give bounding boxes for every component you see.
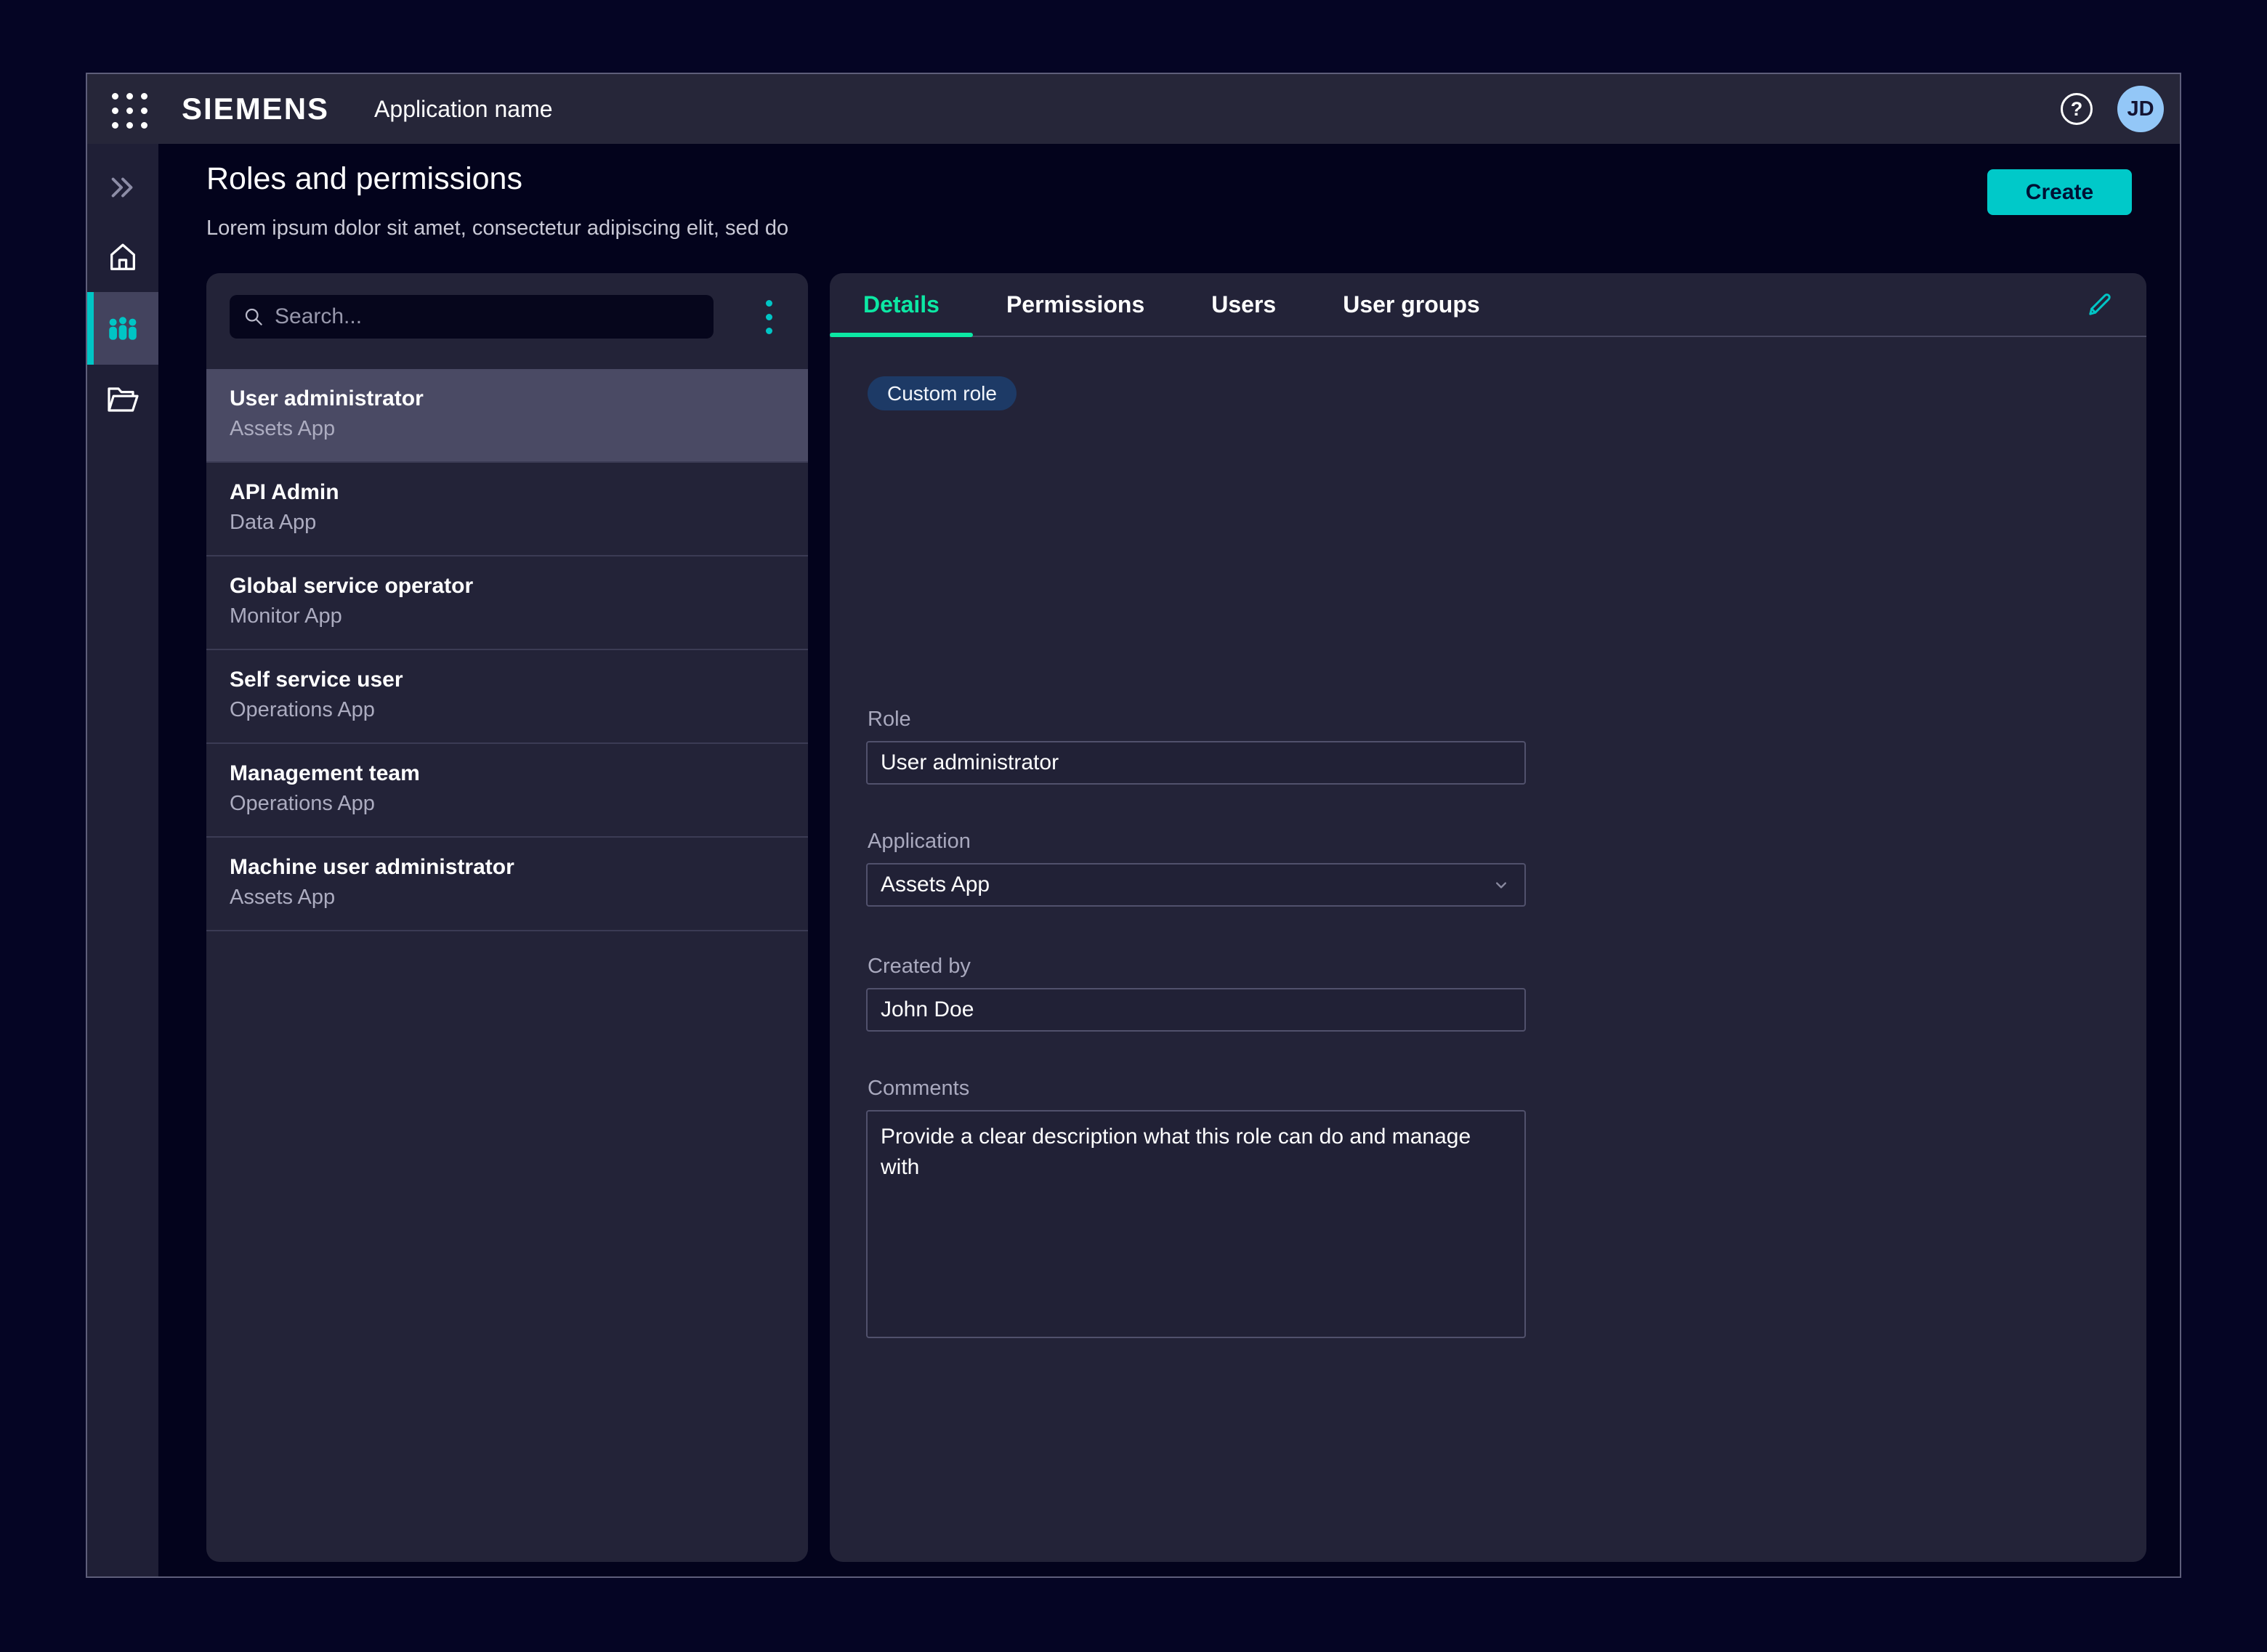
search-row — [206, 273, 808, 369]
role-app: Operations App — [230, 695, 808, 724]
search-box[interactable] — [230, 295, 714, 339]
role-field-label: Role — [868, 708, 911, 732]
tabs-bar: Details Permissions Users User groups — [830, 273, 2146, 337]
sidebar-item-users[interactable] — [87, 292, 158, 365]
app-window: SIEMENS Application name ? JD — [86, 73, 2181, 1578]
page-title: Roles and permissions — [206, 161, 522, 197]
pencil-icon — [2084, 290, 2114, 320]
role-app: Operations App — [230, 789, 808, 818]
folder-open-icon — [105, 384, 140, 416]
application-field-label: Application — [868, 830, 971, 854]
chevron-down-icon — [1491, 875, 1511, 895]
comments-textarea[interactable]: Provide a clear description what this ro… — [866, 1110, 1526, 1338]
role-app: Assets App — [230, 883, 808, 912]
role-list-item[interactable]: User administrator Assets App — [206, 369, 808, 463]
created-by-field-label: Created by — [868, 955, 971, 979]
role-app: Assets App — [230, 414, 808, 443]
users-group-icon — [105, 312, 141, 345]
role-name: User administrator — [230, 384, 808, 414]
help-icon[interactable]: ? — [2061, 93, 2093, 125]
application-name: Application name — [374, 96, 552, 123]
role-list-item[interactable]: Global service operator Monitor App — [206, 556, 808, 650]
role-app: Data App — [230, 508, 808, 537]
role-name: Self service user — [230, 665, 808, 695]
app-launcher-icon[interactable] — [109, 90, 147, 128]
sidebar-expand-button[interactable] — [87, 153, 158, 222]
edit-role-button[interactable] — [2084, 273, 2114, 337]
role-name: API Admin — [230, 477, 808, 508]
tab-permissions[interactable]: Permissions — [973, 273, 1178, 336]
tab-details[interactable]: Details — [830, 273, 973, 336]
sidebar-item-home[interactable] — [87, 222, 158, 292]
chevrons-right-icon — [106, 174, 140, 201]
role-field-input[interactable] — [866, 741, 1526, 785]
search-icon — [243, 306, 264, 328]
role-list-item[interactable]: API Admin Data App — [206, 463, 808, 556]
role-name: Management team — [230, 758, 808, 789]
application-select-value: Assets App — [881, 872, 990, 897]
create-button[interactable]: Create — [1987, 169, 2132, 215]
sidebar — [87, 144, 158, 1576]
role-app: Monitor App — [230, 602, 808, 631]
avatar[interactable]: JD — [2117, 86, 2164, 132]
home-icon — [106, 240, 140, 274]
sidebar-item-projects[interactable] — [87, 365, 158, 434]
tab-user-groups[interactable]: User groups — [1309, 273, 1513, 336]
application-select[interactable]: Assets App — [866, 863, 1526, 907]
role-name: Machine user administrator — [230, 852, 808, 883]
tab-users[interactable]: Users — [1178, 273, 1309, 336]
role-name: Global service operator — [230, 571, 808, 602]
roles-list-panel: User administrator Assets App API Admin … — [206, 273, 808, 1562]
app-header: SIEMENS Application name ? JD — [87, 74, 2180, 144]
kebab-menu-icon[interactable] — [756, 295, 782, 339]
role-list-item[interactable]: Self service user Operations App — [206, 650, 808, 744]
search-input[interactable] — [275, 304, 700, 329]
role-detail-panel: Details Permissions Users User groups Cu… — [830, 273, 2146, 1562]
role-list-item[interactable]: Machine user administrator Assets App — [206, 838, 808, 931]
comments-field-label: Comments — [868, 1077, 969, 1101]
page-subtitle: Lorem ipsum dolor sit amet, consectetur … — [206, 216, 788, 240]
created-by-field-input[interactable] — [866, 988, 1526, 1032]
role-list-item[interactable]: Management team Operations App — [206, 744, 808, 838]
siemens-logo: SIEMENS — [182, 92, 329, 126]
custom-role-badge: Custom role — [868, 376, 1017, 410]
